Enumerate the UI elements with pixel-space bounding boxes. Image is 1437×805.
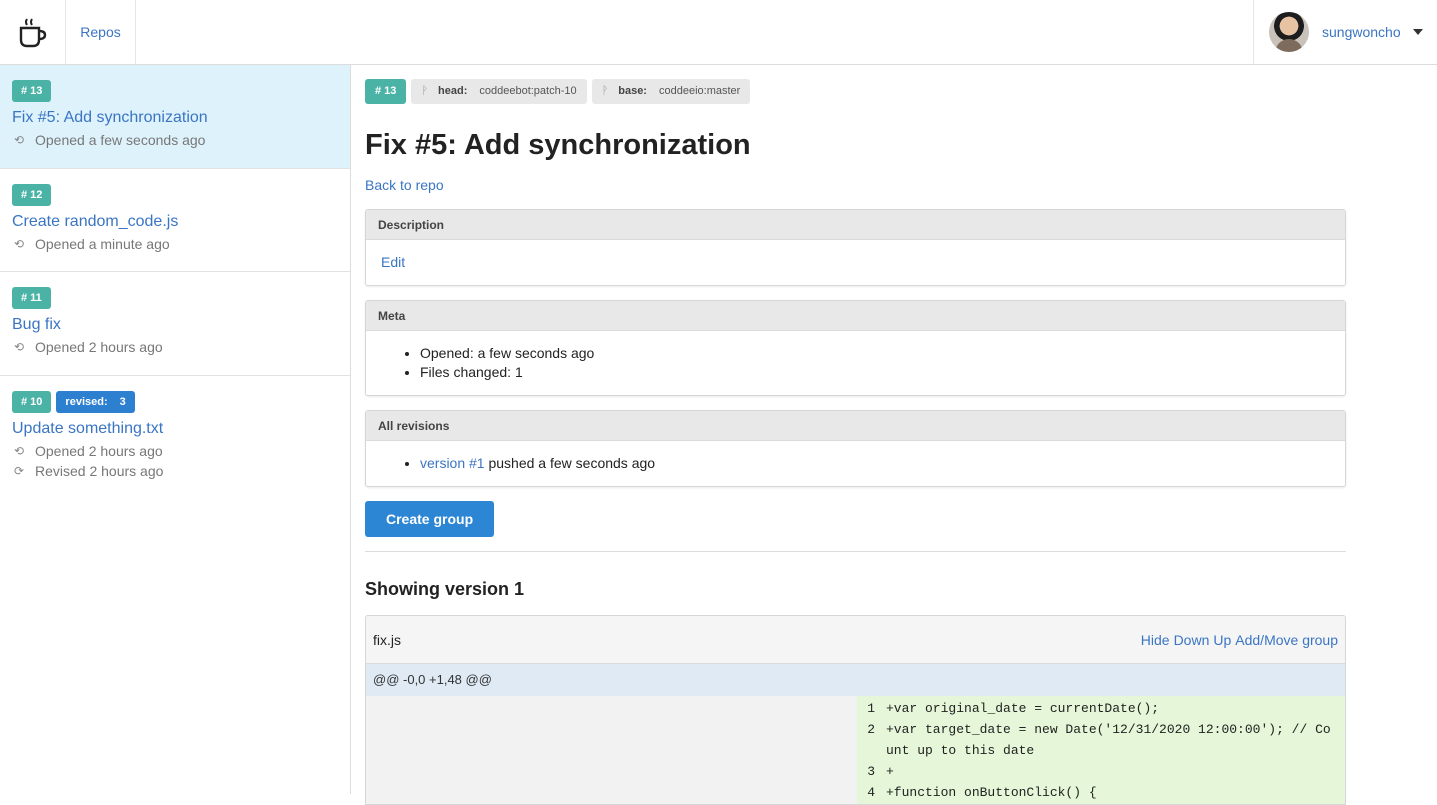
file-name: fix.js <box>373 631 401 648</box>
line-number: 4 <box>867 785 875 800</box>
nav-repos-link[interactable]: Repos <box>66 0 136 64</box>
code-text: +var target_date = new Date('12/31/2020 … <box>886 722 1331 758</box>
top-navbar: Repos sungwoncho <box>0 0 1437 65</box>
history-icon: ⟲ <box>14 444 25 458</box>
line-number: 3 <box>867 764 875 779</box>
pr-number-badge: # 13 <box>12 80 52 102</box>
chevron-down-icon <box>1412 29 1423 35</box>
history-icon: ⟲ <box>14 237 25 251</box>
back-to-repo-link[interactable]: Back to repo <box>365 177 444 193</box>
line-number: 1 <box>867 701 875 716</box>
hide-button[interactable]: Hide <box>1141 632 1170 648</box>
home-logo[interactable] <box>0 0 66 64</box>
create-group-button[interactable]: Create group <box>365 501 495 537</box>
revised-badge: revised: 3 <box>56 391 135 413</box>
branch-icon: ᚹ <box>601 85 609 97</box>
pr-list-item[interactable]: # 10 revised: 3 Update something.txt ⟲ Ope… <box>0 376 350 494</box>
meta-panel: Meta Opened: a few seconds ago Files cha… <box>365 300 1346 396</box>
pull-request-list: # 13 Fix #5: Add synchronization ⟲ Opened… <box>0 65 351 794</box>
pr-number-badge: # 11 <box>12 287 51 309</box>
pr-number-badge: # 12 <box>12 184 52 206</box>
head-branch-tag: ᚹ head: coddeebot:patch-10 <box>411 79 587 104</box>
head-value: coddeebot:patch-10 <box>479 85 577 97</box>
base-label: base: <box>618 85 647 97</box>
user-menu[interactable]: sungwoncho <box>1253 0 1437 64</box>
code-line: 3 + <box>857 761 1345 782</box>
avatar <box>1269 12 1309 52</box>
head-label: head: <box>438 85 468 97</box>
file-header: fix.js Hide Down Up Add/Move group <box>366 616 1345 664</box>
code-text: + <box>886 764 894 779</box>
diff-left-pane <box>366 696 857 804</box>
code-line: 1 +var original_date = currentDate(); <box>857 698 1345 719</box>
branch-icon: ᚹ <box>421 85 429 97</box>
code-line: 4 +function onButtonClick() { <box>857 782 1345 803</box>
pr-tag-row: # 13 ᚹ head: coddeebot:patch-10 ᚹ base: codd… <box>365 79 751 104</box>
pr-number-badge: # 10 <box>12 391 52 413</box>
file-actions: Hide Down Up Add/Move group <box>1141 632 1338 648</box>
panel-header: Meta <box>366 301 1345 331</box>
history-icon: ⟲ <box>14 340 25 354</box>
panel-header: All revisions <box>366 411 1345 441</box>
up-button[interactable]: Up <box>1213 632 1231 648</box>
pr-opened-time: Opened 2 hours ago <box>35 443 163 459</box>
pr-title-link[interactable]: Bug fix <box>12 315 338 335</box>
pr-opened-time: Opened a few seconds ago <box>35 132 206 148</box>
code-text: +function onButtonClick() { <box>886 785 1097 800</box>
description-panel: Description Edit <box>365 209 1346 286</box>
revisions-panel: All revisions version #1 pushed a few se… <box>365 410 1346 487</box>
coffee-cup-icon <box>19 18 46 48</box>
pr-revised-time: Revised 2 hours ago <box>35 463 164 479</box>
pr-list-item[interactable]: # 12 Create random_code.js ⟲ Opened a min… <box>0 169 350 272</box>
page-title: Fix #5: Add synchronization <box>365 129 751 161</box>
revised-count: 3 <box>119 396 126 408</box>
showing-version-heading: Showing version 1 <box>365 579 525 599</box>
file-diff-panel: fix.js Hide Down Up Add/Move group @@ -0… <box>365 615 1346 805</box>
username: sungwoncho <box>1322 24 1401 40</box>
pr-number-badge: # 13 <box>365 79 407 104</box>
hunk-header: @@ -0,0 +1,48 @@ <box>366 664 1345 696</box>
code-text: +var original_date = currentDate(); <box>886 701 1160 716</box>
code-line: 2 +var target_date = new Date('12/31/2020… <box>857 719 1345 761</box>
pr-title-link[interactable]: Update something.txt <box>12 419 338 439</box>
down-button[interactable]: Down <box>1174 632 1210 648</box>
divider <box>365 551 1346 552</box>
pr-opened-time: Opened a minute ago <box>35 236 170 252</box>
pr-opened-time: Opened 2 hours ago <box>35 339 163 355</box>
panel-header: Description <box>366 210 1345 240</box>
revised-label: revised: <box>65 396 108 408</box>
pr-title-link[interactable]: Create random_code.js <box>12 212 338 232</box>
add-move-group-button[interactable]: Add/Move group <box>1235 632 1338 648</box>
revision-item: version #1 pushed a few seconds ago <box>420 454 1331 473</box>
pr-list-item[interactable]: # 13 Fix #5: Add synchronization ⟲ Opened… <box>0 65 350 169</box>
base-branch-tag: ᚹ base: coddeeio:master <box>591 79 751 104</box>
base-value: coddeeio:master <box>658 85 741 97</box>
pr-title-link[interactable]: Fix #5: Add synchronization <box>12 108 338 128</box>
diff-body: 1 +var original_date = currentDate(); 2 +v… <box>366 696 1345 804</box>
history-icon: ⟲ <box>14 133 25 147</box>
meta-files-changed: Files changed: 1 <box>420 363 1331 382</box>
edit-description-link[interactable]: Edit <box>381 254 405 270</box>
diff-right-pane: 1 +var original_date = currentDate(); 2 +v… <box>857 696 1345 804</box>
pr-list-item[interactable]: # 11 Bug fix ⟲ Opened 2 hours ago <box>0 272 350 376</box>
meta-opened: Opened: a few seconds ago <box>420 344 1331 363</box>
version-link[interactable]: version #1 <box>420 455 485 471</box>
refresh-icon: ⟳ <box>14 464 25 478</box>
revision-text: pushed a few seconds ago <box>484 455 656 471</box>
